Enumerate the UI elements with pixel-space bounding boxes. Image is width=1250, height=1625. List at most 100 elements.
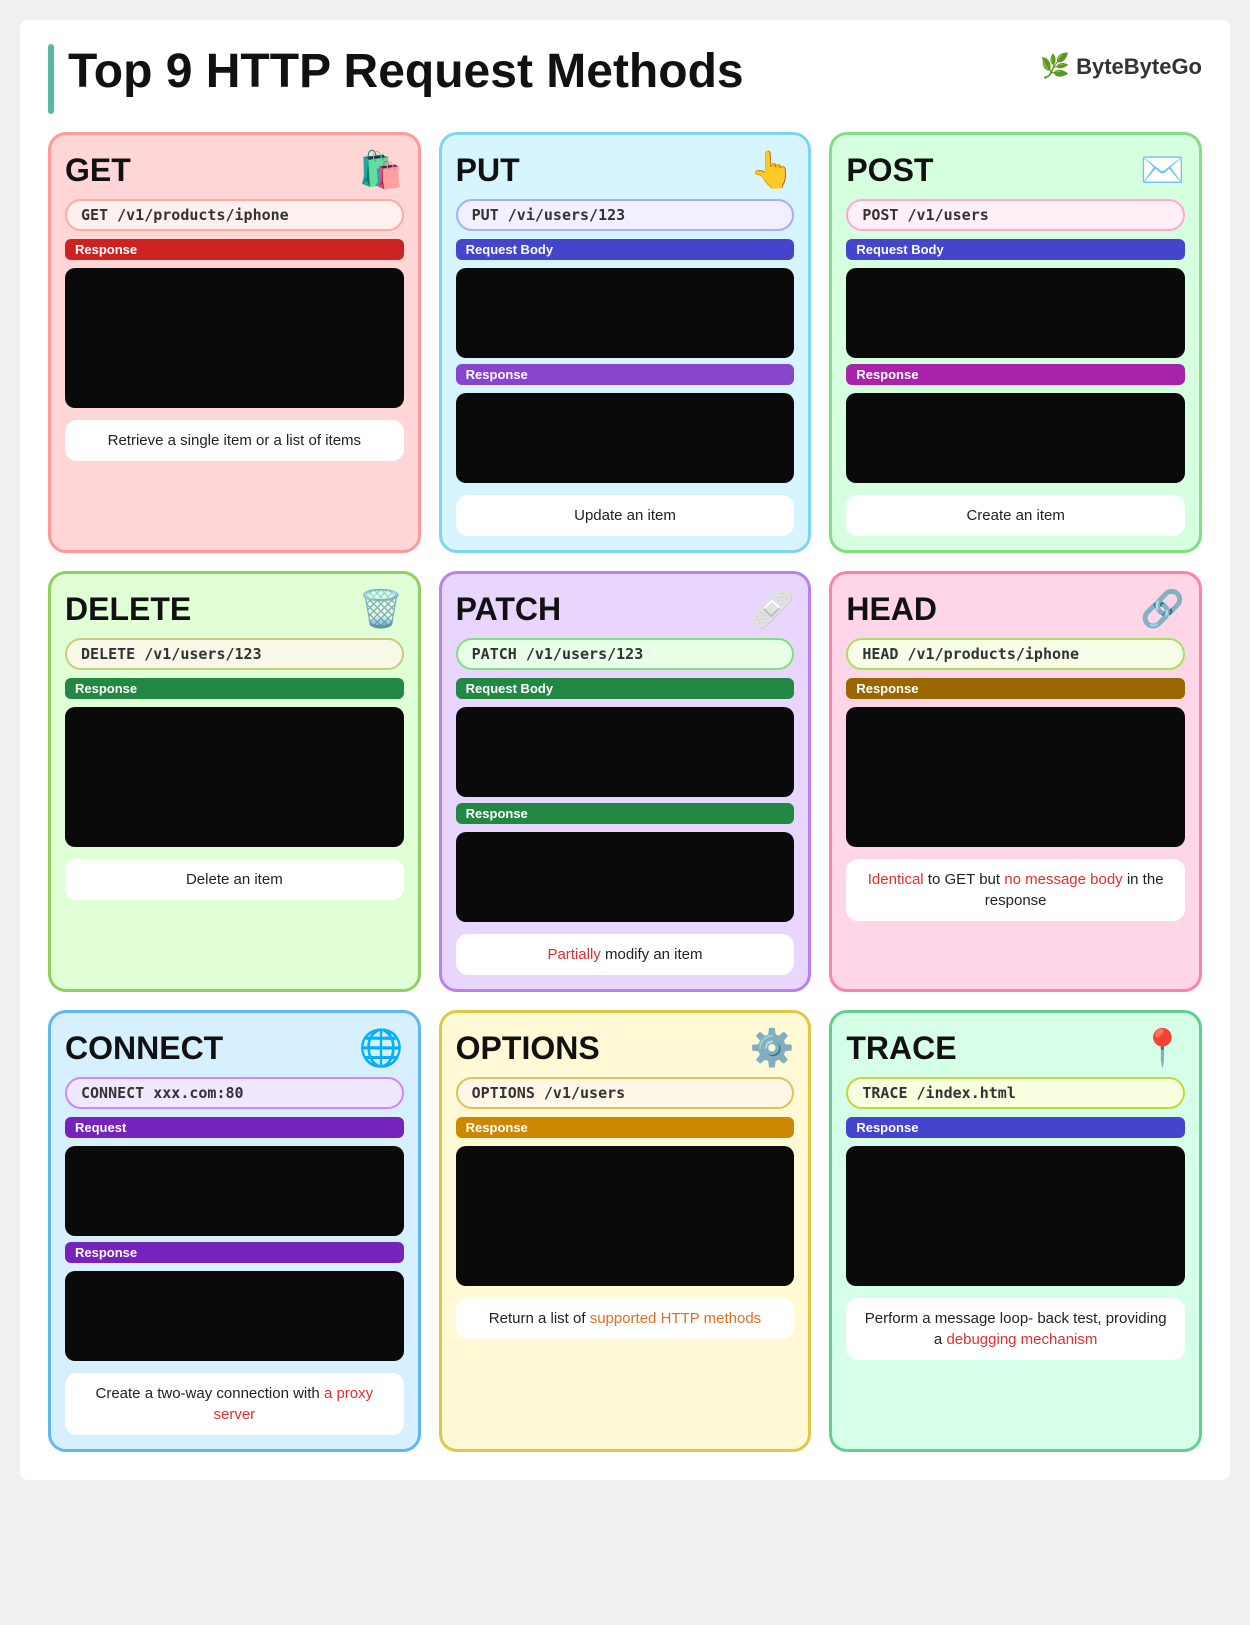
options-header: OPTIONS ⚙️ (456, 1027, 795, 1069)
connect-response-box (65, 1271, 404, 1361)
patch-request-badge: Request Body (456, 678, 795, 699)
delete-description: Delete an item (65, 859, 404, 900)
connect-request-badge: Request (65, 1117, 404, 1138)
options-url: OPTIONS /v1/users (456, 1077, 795, 1109)
options-response-badge: Response (456, 1117, 795, 1138)
patch-response-badge: Response (456, 803, 795, 824)
connect-url: CONNECT xxx.com:80 (65, 1077, 404, 1109)
connect-response-badge: Response (65, 1242, 404, 1263)
head-desc-highlight: no message body (1004, 871, 1122, 888)
trace-response-badge: Response (846, 1117, 1185, 1138)
options-description: Return a list of supported HTTP methods (456, 1298, 795, 1339)
head-response-box (846, 707, 1185, 847)
delete-icon: 🗑️ (359, 588, 404, 630)
get-response-badge: Response (65, 239, 404, 260)
options-body: Response (456, 1117, 795, 1286)
post-header: POST ✉️ (846, 149, 1185, 191)
put-request-box (456, 268, 795, 358)
options-icon: ⚙️ (750, 1027, 795, 1069)
get-response-box (65, 268, 404, 408)
post-icon: ✉️ (1140, 149, 1185, 191)
patch-url: PATCH /v1/users/123 (456, 638, 795, 670)
put-request-badge: Request Body (456, 239, 795, 260)
patch-desc-prefix: Partially (547, 946, 600, 963)
trace-body: Response (846, 1117, 1185, 1286)
patch-header: PATCH 🩹 (456, 588, 795, 630)
head-method-name: HEAD (846, 591, 937, 628)
delete-url: DELETE /v1/users/123 (65, 638, 404, 670)
get-url: GET /v1/products/iphone (65, 199, 404, 231)
options-method-name: OPTIONS (456, 1030, 600, 1067)
connect-desc-prefix: Create a two-way connection with (96, 1385, 324, 1402)
options-desc-highlight: supported HTTP methods (590, 1310, 761, 1327)
connect-method-name: CONNECT (65, 1030, 223, 1067)
put-response-box (456, 393, 795, 483)
card-trace: TRACE 📍 TRACE /index.html Response Perfo… (829, 1010, 1202, 1452)
post-request-box (846, 268, 1185, 358)
head-body: Response (846, 678, 1185, 847)
get-icon: 🛍️ (359, 149, 404, 191)
trace-method-name: TRACE (846, 1030, 956, 1067)
post-request-badge: Request Body (846, 239, 1185, 260)
trace-header: TRACE 📍 (846, 1027, 1185, 1069)
patch-body: Request Body Response (456, 678, 795, 922)
post-url: POST /v1/users (846, 199, 1185, 231)
trace-icon: 📍 (1140, 1027, 1185, 1069)
post-method-name: POST (846, 152, 933, 189)
put-url: PUT /vi/users/123 (456, 199, 795, 231)
patch-icon: 🩹 (750, 588, 795, 630)
connect-request-box (65, 1146, 404, 1236)
head-header: HEAD 🔗 (846, 588, 1185, 630)
card-post: POST ✉️ POST /v1/users Request Body Resp… (829, 132, 1202, 553)
post-response-box (846, 393, 1185, 483)
get-description: Retrieve a single item or a list of item… (65, 420, 404, 461)
post-response-badge: Response (846, 364, 1185, 385)
options-desc-prefix: Return a list of (489, 1310, 590, 1327)
head-description: Identical to GET but no message body in … (846, 859, 1185, 921)
post-description: Create an item (846, 495, 1185, 536)
put-icon: 👆 (750, 149, 795, 191)
patch-response-box (456, 832, 795, 922)
put-response-badge: Response (456, 364, 795, 385)
head-icon: 🔗 (1140, 588, 1185, 630)
trace-response-box (846, 1146, 1185, 1286)
trace-desc-highlight: debugging mechanism (946, 1331, 1097, 1348)
head-desc-prefix: Identical (868, 871, 924, 888)
card-options: OPTIONS ⚙️ OPTIONS /v1/users Response Re… (439, 1010, 812, 1452)
card-head: HEAD 🔗 HEAD /v1/products/iphone Response… (829, 571, 1202, 992)
put-body: Request Body Response (456, 239, 795, 483)
trace-url: TRACE /index.html (846, 1077, 1185, 1109)
patch-method-name: PATCH (456, 591, 561, 628)
patch-request-box (456, 707, 795, 797)
brand: 🌿 ByteByteGo (1040, 52, 1202, 81)
delete-response-badge: Response (65, 678, 404, 699)
get-body: Response (65, 239, 404, 408)
brand-name: ByteByteGo (1076, 54, 1202, 80)
connect-icon: 🌐 (359, 1027, 404, 1069)
trace-description: Perform a message loop- back test, provi… (846, 1298, 1185, 1360)
connect-header: CONNECT 🌐 (65, 1027, 404, 1069)
get-method-name: GET (65, 152, 131, 189)
connect-body: Request Response (65, 1117, 404, 1361)
options-response-box (456, 1146, 795, 1286)
head-response-badge: Response (846, 678, 1185, 699)
get-header: GET 🛍️ (65, 149, 404, 191)
patch-desc-suffix: modify an item (601, 946, 703, 963)
put-header: PUT 👆 (456, 149, 795, 191)
page-title: Top 9 HTTP Request Methods (68, 44, 1040, 99)
post-body: Request Body Response (846, 239, 1185, 483)
delete-header: DELETE 🗑️ (65, 588, 404, 630)
header: Top 9 HTTP Request Methods 🌿 ByteByteGo (48, 44, 1202, 114)
head-url: HEAD /v1/products/iphone (846, 638, 1185, 670)
card-delete: DELETE 🗑️ DELETE /v1/users/123 Response … (48, 571, 421, 992)
delete-body: Response (65, 678, 404, 847)
card-put: PUT 👆 PUT /vi/users/123 Request Body Res… (439, 132, 812, 553)
cards-grid: GET 🛍️ GET /v1/products/iphone Response … (48, 132, 1202, 1452)
delete-method-name: DELETE (65, 591, 191, 628)
brand-icon: 🌿 (1040, 52, 1070, 81)
patch-description: Partially modify an item (456, 934, 795, 975)
page: Top 9 HTTP Request Methods 🌿 ByteByteGo … (20, 20, 1230, 1480)
head-desc-mid: to GET but (924, 871, 1005, 888)
card-get: GET 🛍️ GET /v1/products/iphone Response … (48, 132, 421, 553)
card-patch: PATCH 🩹 PATCH /v1/users/123 Request Body… (439, 571, 812, 992)
